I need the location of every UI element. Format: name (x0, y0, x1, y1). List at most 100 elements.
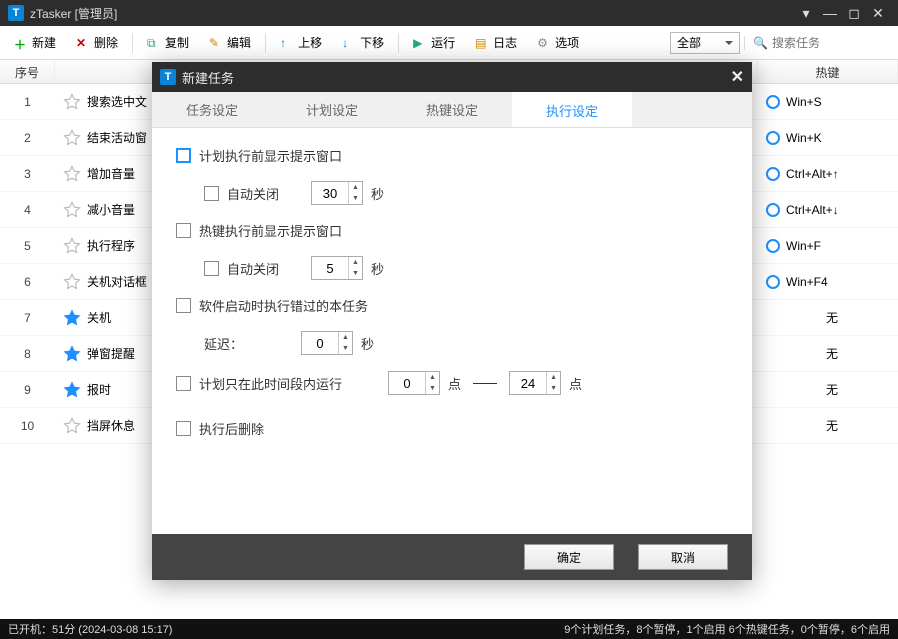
maximize-button[interactable]: ◻ (842, 5, 866, 22)
hotkey-status-icon (766, 275, 780, 289)
row-hotkey: 无 (758, 381, 898, 398)
chk-run-missed[interactable] (176, 298, 191, 313)
play-icon: ▶ (413, 36, 427, 50)
star-icon[interactable] (63, 201, 81, 219)
tab-plan[interactable]: 计划设定 (272, 92, 392, 127)
plan-seconds-input[interactable] (312, 186, 348, 201)
row-number: 2 (0, 131, 55, 145)
star-icon[interactable] (63, 273, 81, 291)
row-number: 5 (0, 239, 55, 253)
star-icon[interactable] (63, 309, 81, 327)
row-number: 4 (0, 203, 55, 217)
log-button[interactable]: ▤日志 (467, 30, 525, 55)
chk-time-range[interactable] (176, 376, 191, 391)
move-down-button[interactable]: ↓下移 (334, 30, 392, 55)
move-up-button[interactable]: ↑上移 (272, 30, 330, 55)
col-num[interactable]: 序号 (0, 60, 55, 83)
spin-from-hour[interactable]: ▲▼ (388, 371, 440, 395)
task-name: 关机 (87, 309, 111, 326)
row-number: 9 (0, 383, 55, 397)
cancel-button[interactable]: 取消 (638, 544, 728, 570)
hotkey-text: Ctrl+Alt+↓ (786, 203, 839, 217)
separator (398, 33, 399, 53)
spin-down[interactable]: ▼ (348, 193, 362, 204)
spin-up[interactable]: ▲ (546, 372, 560, 383)
label-hotkey-autoclose: 自动关闭 (227, 259, 279, 278)
chk-hotkey-autoclose[interactable] (204, 261, 219, 276)
to-hour-input[interactable] (510, 376, 546, 391)
spin-down[interactable]: ▼ (425, 383, 439, 394)
arrow-up-icon: ↑ (280, 36, 294, 50)
statusbar: 已开机：51分 (2024-03-08 15:17) 9个计划任务，8个暂停，1… (0, 619, 898, 639)
star-icon[interactable] (63, 381, 81, 399)
app-logo: T (8, 5, 24, 21)
task-name: 关机对话框 (87, 273, 147, 290)
spin-plan-seconds[interactable]: ▲▼ (311, 181, 363, 205)
col-hotkey[interactable]: 热键 (758, 60, 898, 83)
unit-hour: 点 (448, 374, 461, 393)
spin-up[interactable]: ▲ (348, 182, 362, 193)
dialog-close-button[interactable]: ✕ (731, 67, 744, 87)
window-title: zTasker [管理员] (30, 5, 117, 22)
spin-up[interactable]: ▲ (348, 257, 362, 268)
task-name: 报时 (87, 381, 111, 398)
row-number: 3 (0, 167, 55, 181)
label-run-missed: 软件启动时执行错过的本任务 (199, 296, 368, 315)
spin-hotkey-seconds[interactable]: ▲▼ (311, 256, 363, 280)
chk-plan-prompt[interactable] (176, 148, 191, 163)
star-icon[interactable] (63, 417, 81, 435)
row-hotkey: Win+F (758, 239, 898, 253)
task-name: 减小音量 (87, 201, 135, 218)
hotkey-text: 无 (826, 417, 838, 434)
hotkey-text: 无 (826, 309, 838, 326)
dropdown-icon[interactable]: ▾ (794, 5, 818, 22)
spin-to-hour[interactable]: ▲▼ (509, 371, 561, 395)
star-icon[interactable] (63, 345, 81, 363)
task-name: 增加音量 (87, 165, 135, 182)
chk-delete-after[interactable] (176, 421, 191, 436)
minimize-button[interactable]: — (818, 5, 842, 21)
delete-button[interactable]: ✕删除 (68, 30, 126, 55)
edit-button[interactable]: ✎编辑 (201, 30, 259, 55)
row-hotkey: Win+F4 (758, 275, 898, 289)
spin-down[interactable]: ▼ (338, 343, 352, 354)
hotkey-seconds-input[interactable] (312, 261, 348, 276)
row-hotkey: 无 (758, 417, 898, 434)
unit-hour: 点 (569, 374, 582, 393)
arrow-down-icon: ↓ (342, 36, 356, 50)
chk-plan-autoclose[interactable] (204, 186, 219, 201)
run-button[interactable]: ▶运行 (405, 30, 463, 55)
spin-up[interactable]: ▲ (425, 372, 439, 383)
delay-seconds-input[interactable] (302, 336, 338, 351)
pencil-icon: ✎ (209, 36, 223, 50)
spin-down[interactable]: ▼ (348, 268, 362, 279)
star-icon[interactable] (63, 165, 81, 183)
new-button[interactable]: ＋新建 (6, 30, 64, 55)
spin-delay-seconds[interactable]: ▲▼ (301, 331, 353, 355)
hotkey-text: Win+K (786, 131, 822, 145)
options-button[interactable]: ⚙选项 (529, 30, 587, 55)
row-hotkey: 无 (758, 309, 898, 326)
star-icon[interactable] (63, 237, 81, 255)
tab-task[interactable]: 任务设定 (152, 92, 272, 127)
chk-hotkey-prompt[interactable] (176, 223, 191, 238)
tab-exec[interactable]: 执行设定 (512, 92, 632, 127)
row-hotkey: 无 (758, 345, 898, 362)
spin-up[interactable]: ▲ (338, 332, 352, 343)
star-icon[interactable] (63, 93, 81, 111)
copy-button[interactable]: ⧉复制 (139, 30, 197, 55)
separator (132, 33, 133, 53)
label-plan-prompt: 计划执行前显示提示窗口 (199, 146, 342, 165)
ok-button[interactable]: 确定 (524, 544, 614, 570)
search-box: 🔍 (744, 36, 892, 50)
close-button[interactable]: ✕ (866, 5, 890, 22)
from-hour-input[interactable] (389, 376, 425, 391)
search-icon: 🔍 (753, 36, 768, 50)
filter-select[interactable]: 全部 (670, 32, 740, 54)
star-icon[interactable] (63, 129, 81, 147)
copy-icon: ⧉ (147, 36, 161, 50)
tab-hotkey[interactable]: 热键设定 (392, 92, 512, 127)
hotkey-text: Win+S (786, 95, 822, 109)
search-input[interactable] (772, 36, 892, 50)
spin-down[interactable]: ▼ (546, 383, 560, 394)
